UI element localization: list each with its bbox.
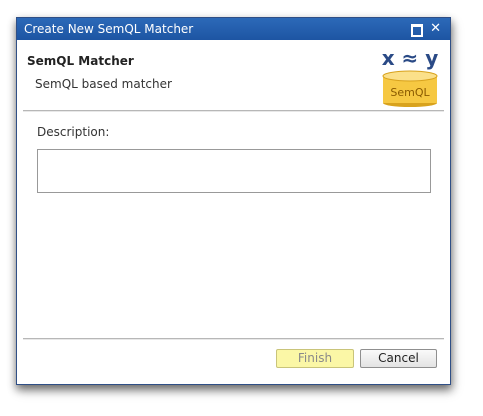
logo-label: SemQL	[390, 86, 430, 99]
cancel-button[interactable]: Cancel	[360, 349, 437, 368]
create-semql-matcher-dialog: Create New SemQL Matcher ✕ SemQL Matcher…	[16, 17, 451, 385]
logo-formula: x ≈ y	[382, 46, 439, 70]
header-subtitle: SemQL based matcher	[35, 77, 172, 91]
maximize-icon[interactable]	[411, 24, 423, 37]
header-separator	[23, 110, 444, 112]
header-title: SemQL Matcher	[27, 54, 134, 68]
footer-separator	[23, 338, 444, 340]
wizard-header: SemQL Matcher SemQL based matcher x ≈ y …	[17, 40, 450, 110]
semql-logo-icon: x ≈ y SemQL	[382, 46, 439, 107]
description-field[interactable]	[37, 149, 431, 193]
title-bar[interactable]: Create New SemQL Matcher ✕	[17, 18, 450, 40]
finish-button[interactable]: Finish	[276, 349, 354, 368]
window-title: Create New SemQL Matcher	[24, 22, 194, 36]
description-label: Description:	[37, 125, 110, 139]
close-icon[interactable]: ✕	[430, 18, 441, 40]
